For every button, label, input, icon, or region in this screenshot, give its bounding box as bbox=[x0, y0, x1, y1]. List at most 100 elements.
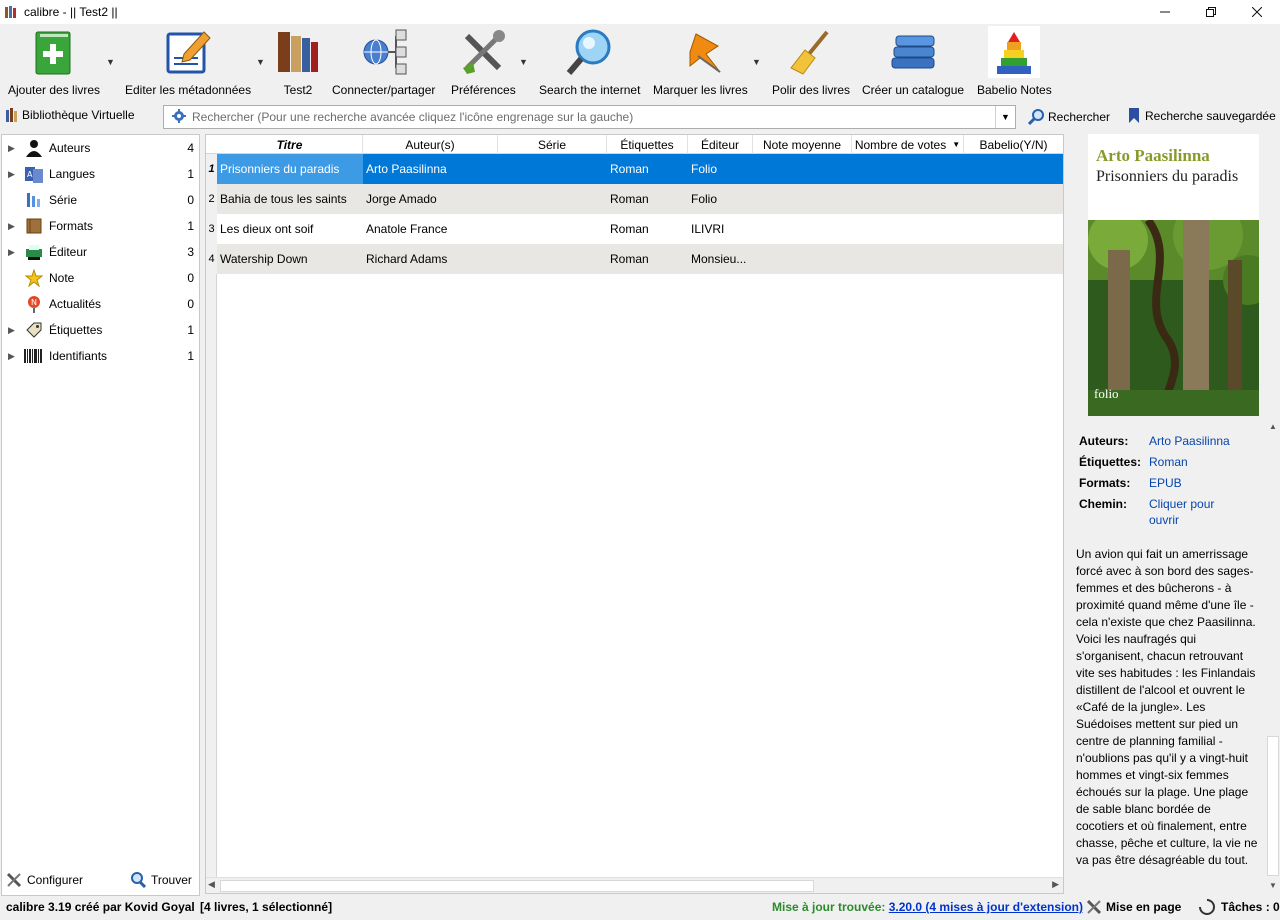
cell-tags[interactable]: Roman bbox=[607, 154, 688, 184]
close-button[interactable] bbox=[1234, 0, 1280, 24]
update-link[interactable]: 3.20.0 (4 mises à jour d'extension) bbox=[889, 900, 1083, 914]
cell-series[interactable] bbox=[498, 244, 607, 274]
mark-books-dropdown-arrow[interactable]: ▼ bbox=[752, 57, 761, 67]
search-internet-button[interactable]: Search the internet bbox=[539, 26, 640, 97]
book-cover[interactable]: Arto Paasilinna Prisonniers du paradis f… bbox=[1088, 134, 1259, 416]
add-books-label: Ajouter des livres bbox=[8, 83, 101, 97]
add-books-dropdown-arrow[interactable]: ▼ bbox=[106, 57, 115, 67]
column-header-title[interactable]: Titre bbox=[217, 135, 363, 154]
tag-category-actualites[interactable]: N Actualités 0 bbox=[2, 291, 199, 317]
cell-author[interactable]: Anatole France bbox=[363, 214, 498, 244]
tags-link[interactable]: Roman bbox=[1149, 454, 1269, 470]
maximize-button[interactable] bbox=[1188, 0, 1234, 24]
star-icon bbox=[24, 268, 44, 288]
series-icon bbox=[24, 190, 44, 210]
virtual-library-button[interactable]: Bibliothèque Virtuelle bbox=[6, 108, 135, 122]
search-button[interactable]: Rechercher bbox=[1028, 109, 1110, 125]
jobs-button[interactable]: Tâches : 0 bbox=[1199, 899, 1280, 915]
cover-author-text: Arto Paasilinna bbox=[1096, 146, 1210, 165]
gear-icon[interactable] bbox=[172, 108, 186, 126]
formats-link[interactable]: EPUB bbox=[1149, 475, 1269, 491]
babelio-notes-button[interactable]: Babelio Notes bbox=[977, 26, 1052, 97]
tag-category-note[interactable]: Note 0 bbox=[2, 265, 199, 291]
scrollbar-thumb[interactable] bbox=[1267, 736, 1279, 876]
svg-text:N: N bbox=[31, 298, 37, 307]
find-button[interactable]: Trouver bbox=[130, 872, 192, 888]
tag-category-editeur[interactable]: ▶ Éditeur 3 bbox=[2, 239, 199, 265]
create-catalog-button[interactable]: Créer un catalogue bbox=[862, 26, 964, 97]
cell-series[interactable] bbox=[498, 154, 607, 184]
cell-series[interactable] bbox=[498, 214, 607, 244]
column-header-authors[interactable]: Auteur(s) bbox=[363, 135, 498, 154]
expand-arrow-icon[interactable]: ▶ bbox=[8, 221, 18, 232]
cell-tags[interactable]: Roman bbox=[607, 244, 688, 274]
restore-icon bbox=[1206, 7, 1216, 17]
expand-arrow-icon[interactable]: ▶ bbox=[8, 143, 18, 154]
table-row[interactable]: 1 Prisonniers du paradis Arto Paasilinna… bbox=[206, 154, 1063, 184]
tag-category-identifiants[interactable]: ▶ Identifiants 1 bbox=[2, 343, 199, 369]
tag-category-count: 1 bbox=[187, 323, 194, 337]
tag-category-label: Série bbox=[49, 193, 78, 207]
edit-metadata-dropdown-arrow[interactable]: ▼ bbox=[256, 57, 265, 67]
tag-category-etiquettes[interactable]: ▶ Étiquettes 1 bbox=[2, 317, 199, 343]
preferences-dropdown-arrow[interactable]: ▼ bbox=[519, 57, 528, 67]
column-header-rating[interactable]: Note moyenne bbox=[753, 135, 852, 154]
table-row[interactable]: 4 Watership Down Richard Adams Roman Mon… bbox=[206, 244, 1063, 274]
column-header-tags[interactable]: Étiquettes bbox=[607, 135, 688, 154]
minimize-button[interactable] bbox=[1142, 0, 1188, 24]
cell-series[interactable] bbox=[498, 184, 607, 214]
scroll-up-arrow-icon[interactable]: ▲ bbox=[1269, 422, 1277, 431]
scroll-right-arrow-icon[interactable]: ▶ bbox=[1052, 879, 1059, 890]
spinner-icon bbox=[1199, 899, 1215, 915]
tag-category-label: Étiquettes bbox=[49, 323, 103, 337]
tag-category-langues[interactable]: ▶ A Langues 1 bbox=[2, 161, 199, 187]
cell-title[interactable]: Bahia de tous les saints bbox=[217, 184, 363, 214]
scroll-down-arrow-icon[interactable]: ▼ bbox=[1269, 881, 1277, 890]
tag-browser-footer: Configurer Trouver bbox=[0, 868, 200, 892]
cell-author[interactable]: Jorge Amado bbox=[363, 184, 498, 214]
column-header-votes[interactable]: Nombre de votes ▼ bbox=[852, 135, 964, 154]
edit-metadata-label: Editer les métadonnées bbox=[125, 83, 252, 97]
connect-share-button[interactable]: Connecter/partager bbox=[332, 26, 435, 97]
authors-link[interactable]: Arto Paasilinna bbox=[1149, 433, 1269, 449]
cell-title[interactable]: Watership Down bbox=[217, 244, 363, 274]
horizontal-scrollbar[interactable]: ◀ ▶ bbox=[206, 877, 1063, 893]
tag-category-serie[interactable]: Série 0 bbox=[2, 187, 199, 213]
details-vertical-scrollbar[interactable]: ▲ ▼ bbox=[1266, 420, 1280, 894]
preferences-button[interactable]: Préférences bbox=[451, 26, 516, 97]
path-link[interactable]: Cliquer pour ouvrir bbox=[1149, 496, 1239, 528]
expand-arrow-icon[interactable]: ▶ bbox=[8, 325, 18, 336]
cell-publisher[interactable]: Monsieu... bbox=[688, 244, 753, 274]
cell-tags[interactable]: Roman bbox=[607, 214, 688, 244]
expand-arrow-icon[interactable]: ▶ bbox=[8, 169, 18, 180]
scrollbar-thumb[interactable] bbox=[220, 880, 814, 892]
expand-arrow-icon[interactable]: ▶ bbox=[8, 247, 18, 258]
cell-title[interactable]: Prisonniers du paradis bbox=[217, 154, 363, 184]
expand-arrow-icon[interactable]: ▶ bbox=[8, 351, 18, 362]
cell-publisher[interactable]: ILIVRI bbox=[688, 214, 753, 244]
edit-metadata-button[interactable]: Editer les métadonnées bbox=[125, 26, 251, 97]
polish-books-button[interactable]: Polir des livres bbox=[772, 26, 850, 97]
add-books-button[interactable]: Ajouter des livres bbox=[8, 26, 100, 97]
search-history-dropdown[interactable]: ▼ bbox=[995, 106, 1015, 128]
tag-category-formats[interactable]: ▶ Formats 1 bbox=[2, 213, 199, 239]
tag-category-auteurs[interactable]: ▶ Auteurs 4 bbox=[2, 135, 199, 161]
table-row[interactable]: 2 Bahia de tous les saints Jorge Amado R… bbox=[206, 184, 1063, 214]
cell-publisher[interactable]: Folio bbox=[688, 154, 753, 184]
cell-tags[interactable]: Roman bbox=[607, 184, 688, 214]
library-button[interactable]: Test2 bbox=[272, 26, 324, 97]
cell-title[interactable]: Les dieux ont soif bbox=[217, 214, 363, 244]
column-header-series[interactable]: Série bbox=[498, 135, 607, 154]
cell-publisher[interactable]: Folio bbox=[688, 184, 753, 214]
column-header-publisher[interactable]: Éditeur bbox=[688, 135, 753, 154]
saved-search-button[interactable]: Recherche sauvegardée bbox=[1129, 108, 1276, 123]
mark-books-button[interactable]: Marquer les livres bbox=[653, 26, 748, 97]
table-row[interactable]: 3 Les dieux ont soif Anatole France Roma… bbox=[206, 214, 1063, 244]
cell-author[interactable]: Richard Adams bbox=[363, 244, 498, 274]
column-header-babelio[interactable]: Babelio(Y/N) bbox=[964, 135, 1063, 154]
scroll-left-arrow-icon[interactable]: ◀ bbox=[208, 879, 215, 890]
cell-author[interactable]: Arto Paasilinna bbox=[363, 154, 498, 184]
layout-button[interactable]: Mise en page bbox=[1086, 899, 1181, 915]
configure-button[interactable]: Configurer bbox=[6, 872, 83, 888]
search-input[interactable]: Rechercher (Pour une recherche avancée c… bbox=[163, 105, 1016, 129]
